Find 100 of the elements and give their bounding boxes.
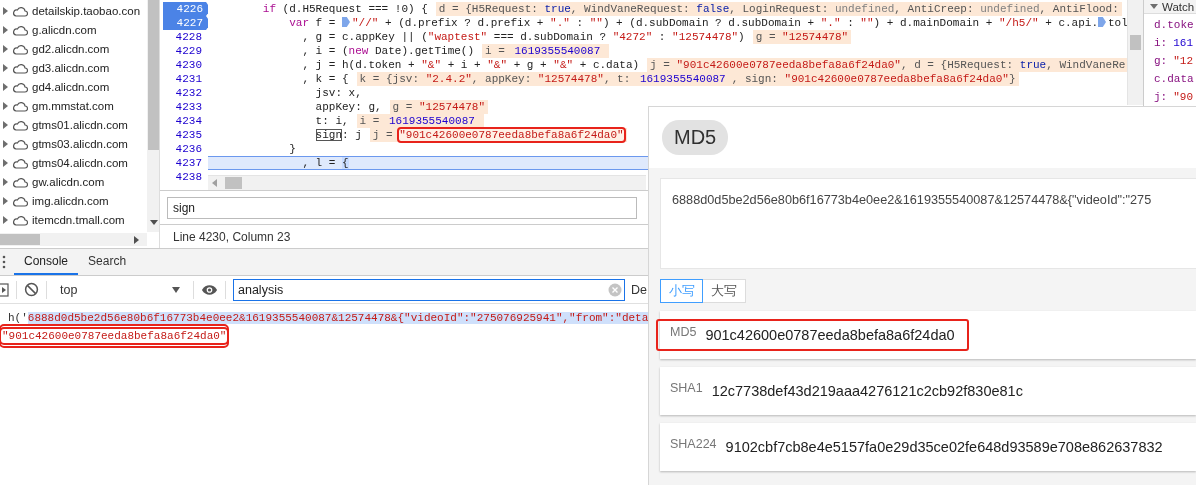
cloud-icon xyxy=(12,23,28,36)
cursor-position: Line 4230, Column 23 xyxy=(173,230,291,244)
expand-arrow-icon[interactable] xyxy=(3,139,8,148)
line-number[interactable]: 4238 xyxy=(163,170,208,184)
code-text: , l = { xyxy=(302,157,349,169)
expand-arrow-icon[interactable] xyxy=(3,158,8,167)
cloud-icon xyxy=(12,118,28,131)
line-number[interactable]: 4236 xyxy=(163,142,208,156)
tree-item-label[interactable]: gtms04.alicdn.com xyxy=(32,156,128,169)
expand-arrow-icon[interactable] xyxy=(3,25,8,34)
expand-arrow-icon[interactable] xyxy=(3,101,8,110)
cloud-icon xyxy=(12,4,28,17)
panel-tab[interactable]: Search xyxy=(78,249,137,275)
tree-item-label[interactable]: img.alicdn.com xyxy=(32,194,109,207)
code-text: , j = h(d.token + "&" + i + "&" + g + "&" + c.data) xyxy=(302,58,640,72)
expand-arrow-icon[interactable] xyxy=(3,177,8,186)
cloud-icon xyxy=(12,213,28,226)
code-text: } xyxy=(289,142,296,156)
watch-expression[interactable]: d.toke xyxy=(1144,18,1196,32)
tree-item-label[interactable]: gd2.alicdn.com xyxy=(32,42,110,55)
levels-dropdown[interactable]: De xyxy=(625,282,647,297)
panel-tab[interactable]: Console xyxy=(14,249,79,275)
tree-item-label[interactable]: gd4.alicdn.com xyxy=(32,80,110,93)
inline-value: k = {jsv: "2.4.2", appKey: "12574478", t: 1619355540087 , sign: "901c42600e0787eeda8befa8a6f24da0"} xyxy=(356,72,1019,86)
filter-field[interactable]: analysis xyxy=(233,278,625,301)
inline-value: i = 1619355540087 xyxy=(482,44,610,58)
scrollbar[interactable] xyxy=(208,175,646,190)
code-text: if (d.H5Request === !0) { xyxy=(262,2,428,16)
line-number[interactable]: 4228 xyxy=(163,30,208,44)
algorithm-label: SHA224 xyxy=(670,437,717,451)
cloud-icon xyxy=(12,194,28,207)
code-text: sign: j xyxy=(315,128,362,142)
expand-arrow-icon[interactable] xyxy=(1150,4,1158,9)
cloud-icon xyxy=(12,80,28,93)
inline-value: i = 1619355540087 xyxy=(356,114,484,128)
inline-value: g = "12574478" xyxy=(752,30,852,44)
code-text: , k = { xyxy=(302,72,349,86)
cloud-icon xyxy=(12,42,28,55)
circle-slash-icon[interactable] xyxy=(24,282,39,297)
code-text: , i = (new Date).getTime() xyxy=(302,44,475,58)
input-field[interactable]: 6888d0d5be2d56e80b6f16773b4e0ee2&1619355540087&12574478&{"videoId":"275 xyxy=(660,178,1196,269)
code-text: appKey: g, xyxy=(315,100,382,114)
cloud-icon xyxy=(12,99,28,112)
more-icon[interactable] xyxy=(2,255,6,269)
tree-item-label[interactable]: gw.alicdn.com xyxy=(32,175,105,188)
inline-value: j = "901c42600e0787eeda8befa8a6f24da0" xyxy=(369,128,627,142)
cloud-icon xyxy=(12,156,28,169)
eye-icon[interactable] xyxy=(201,283,218,296)
tree-item-label[interactable]: g.alicdn.com xyxy=(32,23,97,36)
tree-item-label[interactable]: gtms01.alicdn.com xyxy=(32,118,128,131)
search-field[interactable]: sign xyxy=(167,196,637,219)
watch-expression[interactable]: c.data xyxy=(1144,72,1196,86)
line-number[interactable]: 4229 xyxy=(163,44,208,58)
hash-value: 901c42600e0787eeda8befa8a6f24da0 xyxy=(705,327,955,343)
expand-arrow-icon[interactable] xyxy=(3,82,8,91)
tree-item-label[interactable]: detailskip.taobao.con xyxy=(32,4,141,17)
scrollbar[interactable] xyxy=(1127,0,1143,105)
cloud-icon xyxy=(12,61,28,74)
tree-item-label[interactable]: gm.mmstat.com xyxy=(32,99,114,112)
sidebar-toggle-icon[interactable] xyxy=(0,282,9,297)
context-dropdown[interactable]: top xyxy=(54,278,186,301)
algorithm-label: SHA1 xyxy=(670,381,703,395)
expand-arrow-icon[interactable] xyxy=(3,120,8,129)
scrollbar[interactable] xyxy=(147,0,159,232)
algorithm-tag: MD5 xyxy=(662,120,729,155)
line-number[interactable]: 4233 xyxy=(163,100,208,114)
console-output-line: h('6888d0d5be2d56e80b6f16773b4e0ee2&1619355540087&12574478&{"videoId":"275076925941","from":"deta xyxy=(8,311,649,326)
tree-item-label[interactable]: gd3.alicdn.com xyxy=(32,61,110,74)
watch-expression[interactable]: g: "12 xyxy=(1144,54,1196,68)
expand-arrow-icon[interactable] xyxy=(3,6,8,15)
line-number[interactable]: 4237 xyxy=(163,156,208,170)
inline-value: g = "12574478" xyxy=(389,100,489,114)
expand-arrow-icon[interactable] xyxy=(3,215,8,224)
breakpoint-line-number[interactable]: 4226 xyxy=(163,2,208,16)
watch-expression[interactable]: j: "90 xyxy=(1144,90,1196,104)
pane-header[interactable]: Watch xyxy=(1144,0,1196,14)
line-number[interactable]: 4230 xyxy=(163,58,208,72)
console-output-line: "901c42600e0787eeda8befa8a6f24da0" xyxy=(2,327,227,345)
inline-value: d = {H5Request: true, WindVaneRequest: false, LoginRequest: undefined, AntiCreep: undefined, AntiFlood: xyxy=(435,2,1122,16)
watch-expression[interactable]: i: 161 xyxy=(1144,36,1196,50)
scrollbar[interactable] xyxy=(0,233,147,246)
expand-arrow-icon[interactable] xyxy=(3,63,8,72)
code-text: var f = "//" + (d.prefix ? d.prefix + "." : "") + (d.subDomain ? d.subDomain + "." : "") + d.mainDomain + "/h5/" + c.api. tol xyxy=(289,16,1127,30)
code-text: jsv: x, xyxy=(315,86,362,100)
line-number[interactable]: 4234 xyxy=(163,114,208,128)
inline-value: j = "901c42600e0787eeda8befa8a6f24da0", d = {H5Request: true, WindVaneRe xyxy=(647,58,1127,72)
expand-arrow-icon[interactable] xyxy=(3,44,8,53)
case-toggle-button[interactable]: 大写 xyxy=(703,279,746,303)
cloud-icon xyxy=(12,137,28,150)
code-text: , g = c.appKey || ("waptest" === d.subDomain ? "4272" : "12574478") xyxy=(302,30,745,44)
line-number[interactable]: 4231 xyxy=(163,72,208,86)
expand-arrow-icon[interactable] xyxy=(3,196,8,205)
tree-item-label[interactable]: gtms03.alicdn.com xyxy=(32,137,128,150)
tree-item-label[interactable]: itemcdn.tmall.com xyxy=(32,213,125,226)
breakpoint-line-number[interactable]: 4227 xyxy=(163,16,208,30)
code-text: t: i, xyxy=(315,114,349,128)
hash-value: 12c7738def43d219aaa4276121c2cb92f830e81c xyxy=(711,383,1023,399)
algorithm-label: MD5 xyxy=(670,325,697,339)
line-number[interactable]: 4235 xyxy=(163,128,208,142)
line-number[interactable]: 4232 xyxy=(163,86,208,100)
